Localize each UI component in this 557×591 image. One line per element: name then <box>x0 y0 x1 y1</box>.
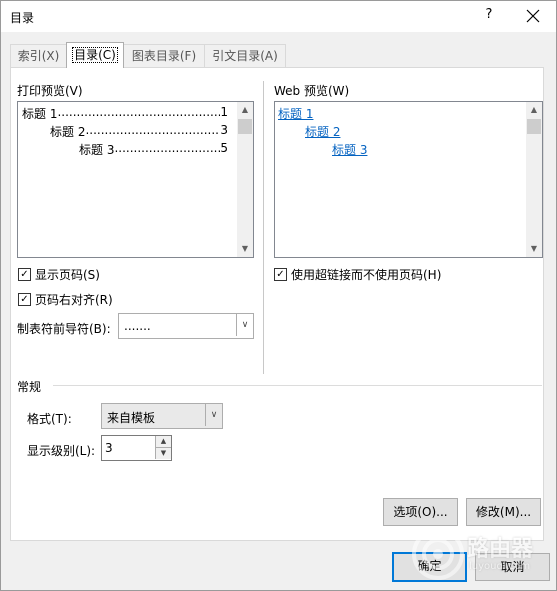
tab-table-of-figures-label: 图表目录(F) <box>131 49 197 63</box>
print-preview-scrollbar[interactable]: ▲ ▼ <box>237 102 253 257</box>
print-preview-label: 打印预览(V) <box>17 84 83 98</box>
spin-up-icon[interactable]: ▲ <box>155 436 171 448</box>
show-page-numbers-label: 显示页码(S) <box>35 268 100 282</box>
scroll-down-icon[interactable]: ▼ <box>526 241 542 257</box>
web-preview-label: Web 预览(W) <box>274 84 350 98</box>
web-preview-scrollbar[interactable]: ▲ ▼ <box>526 102 542 257</box>
watermark-text: 路由器 <box>467 537 534 562</box>
tab-leader-label: 制表符前导符(B): <box>17 322 111 336</box>
format-label: 格式(T): <box>27 412 72 426</box>
scroll-thumb[interactable] <box>527 119 541 134</box>
tab-index[interactable]: 索引(X) <box>10 44 67 67</box>
print-entry-leader: ........................................… <box>114 141 221 155</box>
print-entry-page: 1 <box>220 105 228 119</box>
site-watermark: 路由器 luyouqi.com <box>409 525 549 585</box>
watermark-subtext: luyouqi.com <box>469 561 531 572</box>
print-entry-leader: ........................................… <box>85 123 220 137</box>
format-value: 来自模板 <box>107 411 156 425</box>
right-align-label: 页码右对齐(R) <box>35 293 113 307</box>
scroll-up-icon[interactable]: ▲ <box>237 102 253 118</box>
scroll-thumb[interactable] <box>238 119 252 134</box>
chevron-down-icon[interactable]: ∨ <box>236 314 253 336</box>
show-page-numbers-checkbox[interactable]: ✓ 显示页码(S) <box>18 266 100 283</box>
right-align-checkbox[interactable]: ✓ 页码右对齐(R) <box>18 291 113 308</box>
print-entry-page: 5 <box>220 141 228 155</box>
vertical-divider <box>263 81 264 374</box>
format-select[interactable]: 来自模板 ∨ <box>101 403 223 429</box>
tab-table-of-figures[interactable]: 图表目录(F) <box>123 44 205 67</box>
close-icon <box>526 9 540 23</box>
print-entry-leader: ........................................… <box>57 105 220 119</box>
print-entry-text: 标题 3 <box>79 143 115 157</box>
web-preview-box[interactable]: 标题 1 标题 2 标题 3 ▲ ▼ <box>274 101 543 258</box>
checkbox-checked-icon: ✓ <box>18 268 31 281</box>
print-entry-3: 标题 3 ...................................… <box>79 141 228 158</box>
levels-label: 显示级别(L): <box>27 444 96 458</box>
levels-spinner[interactable]: 3 ▲ ▼ <box>101 435 172 461</box>
toc-dialog: 目录 ? 索引(X) 目录(C) 图表目录(F) 引文目录(A) 打印预览(V)… <box>0 0 557 591</box>
options-button[interactable]: 选项(O)... <box>383 498 458 526</box>
title-bar: 目录 ? <box>1 1 556 32</box>
web-link-3[interactable]: 标题 3 <box>332 141 367 158</box>
scroll-down-icon[interactable]: ▼ <box>237 241 253 257</box>
print-entry-page: 3 <box>220 123 228 137</box>
use-hyperlinks-checkbox[interactable]: ✓ 使用超链接而不使用页码(H) <box>274 266 441 283</box>
tab-leader-select[interactable]: ....... ∨ <box>118 313 254 339</box>
tab-table-of-authorities-label: 引文目录(A) <box>212 49 278 63</box>
web-link-2[interactable]: 标题 2 <box>305 123 340 140</box>
tab-table-of-authorities[interactable]: 引文目录(A) <box>204 44 286 67</box>
help-button[interactable]: ? <box>482 7 496 22</box>
print-entry-text: 标题 1 <box>22 107 58 121</box>
general-section-label: 常规 <box>17 380 42 394</box>
modify-button[interactable]: 修改(M)... <box>466 498 541 526</box>
tab-index-label: 索引(X) <box>17 49 60 63</box>
tab-toc[interactable]: 目录(C) <box>66 42 124 68</box>
print-entry-2: 标题 2 ...................................… <box>50 123 228 140</box>
router-logo-icon <box>412 528 464 580</box>
spin-down-icon[interactable]: ▼ <box>155 448 171 459</box>
levels-value[interactable]: 3 <box>105 441 113 455</box>
close-button[interactable] <box>526 5 540 27</box>
print-entry-1: 标题 1 ...................................… <box>22 105 228 122</box>
checkbox-checked-icon: ✓ <box>18 293 31 306</box>
scroll-up-icon[interactable]: ▲ <box>526 102 542 118</box>
tab-leader-value: ....... <box>124 319 151 333</box>
print-preview-box[interactable]: 标题 1 ...................................… <box>17 101 254 258</box>
section-divider <box>53 385 542 386</box>
print-entry-text: 标题 2 <box>50 125 86 139</box>
web-link-1[interactable]: 标题 1 <box>278 105 313 122</box>
tab-toc-label: 目录(C) <box>72 47 118 63</box>
checkbox-checked-icon: ✓ <box>274 268 287 281</box>
chevron-down-icon[interactable]: ∨ <box>205 404 222 426</box>
dialog-title: 目录 <box>10 11 35 25</box>
use-hyperlinks-label: 使用超链接而不使用页码(H) <box>291 268 442 282</box>
